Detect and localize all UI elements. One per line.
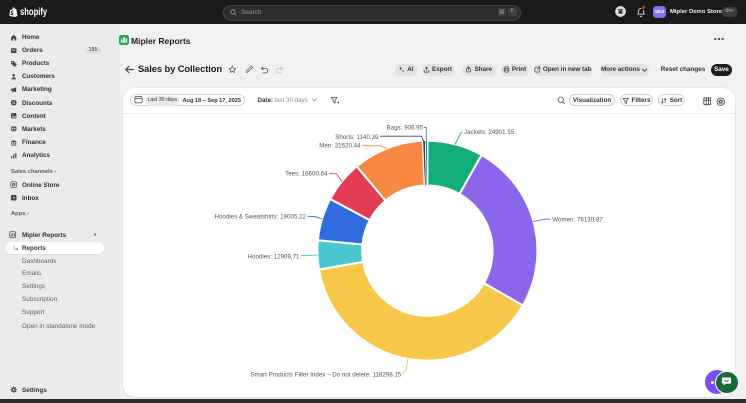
svg-text:Hoodies & Sweatshirts: 19005.2: Hoodies & Sweatshirts: 19005.22: [215, 213, 307, 220]
svg-text:Jackets: 24901.55: Jackets: 24901.55: [464, 129, 515, 136]
svg-text:Hoodies: 12909.71: Hoodies: 12909.71: [248, 254, 301, 261]
svg-text:Smart Products Filter Index –: Smart Products Filter Index – Do not del…: [250, 371, 401, 378]
svg-text:Women: 76130.87: Women: 76130.87: [552, 216, 603, 223]
svg-text:Tees: 18600.64: Tees: 18600.64: [285, 171, 328, 178]
svg-text:Bags: 906.95: Bags: 906.95: [387, 125, 424, 132]
svg-text:Men: 31620.44: Men: 31620.44: [319, 143, 361, 150]
svg-text:Shorts: 1140.39: Shorts: 1140.39: [335, 134, 379, 141]
